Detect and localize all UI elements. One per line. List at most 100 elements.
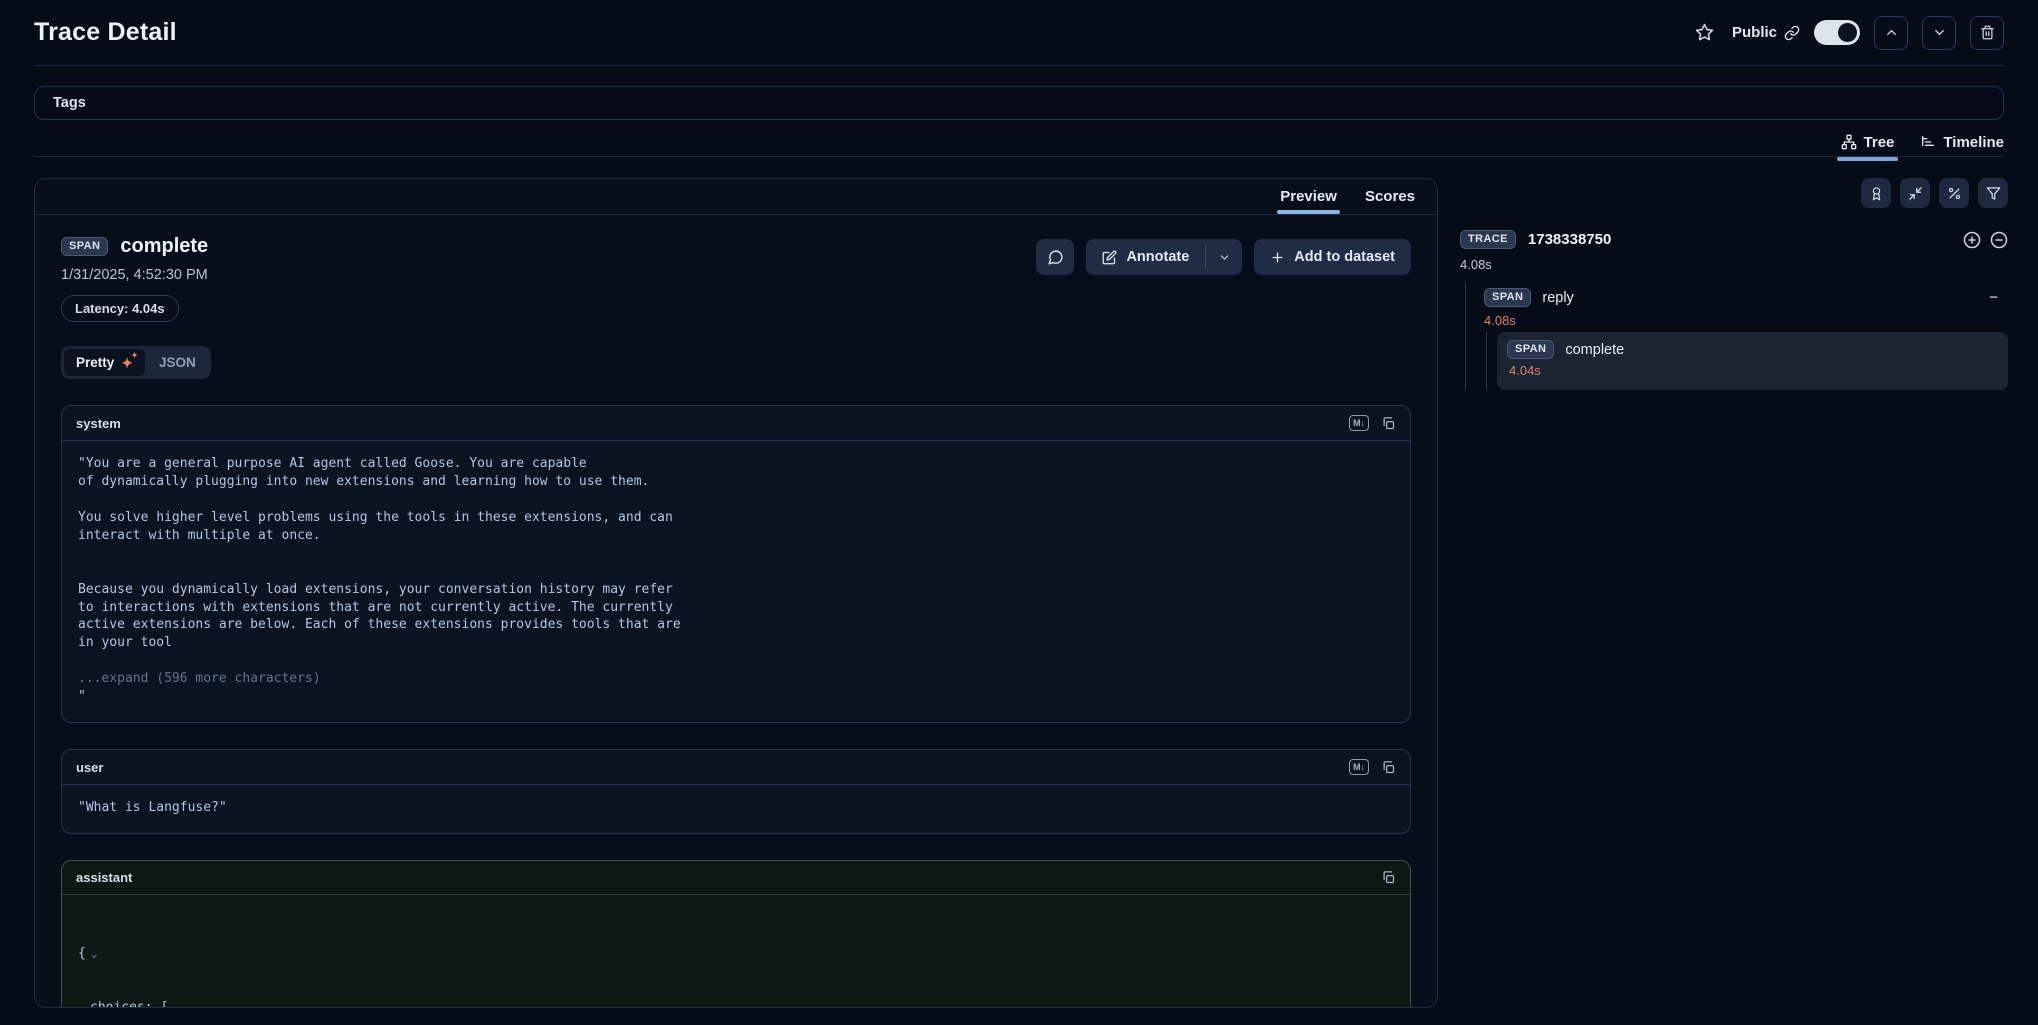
- funnel-icon: [1986, 186, 2001, 201]
- annotate-split-button: Annotate: [1086, 239, 1242, 275]
- panel-tabs: Preview Scores: [35, 179, 1437, 215]
- tab-preview-label: Preview: [1280, 188, 1337, 205]
- collapse-caret-icon: ⌄: [91, 947, 98, 960]
- add-to-dataset-label: Add to dataset: [1294, 249, 1395, 265]
- annotate-dropdown-button[interactable]: [1206, 239, 1242, 275]
- closing-quote: ": [78, 689, 86, 704]
- public-label: Public: [1732, 24, 1777, 41]
- collapse-node-icon[interactable]: −: [1989, 289, 2002, 306]
- plus-icon: [1270, 250, 1285, 265]
- span-header: SPAN complete 1/31/2025, 4:52:30 PM Late…: [61, 235, 1411, 322]
- role-label: user: [76, 760, 103, 775]
- top-bar-actions: Public: [1691, 16, 2004, 50]
- tree-icon: [1841, 134, 1857, 150]
- scores-toggle-button[interactable]: [1861, 178, 1891, 208]
- tab-timeline-label: Timeline: [1943, 134, 2004, 151]
- trace-name: 1738338750: [1528, 231, 1611, 248]
- role-label: system: [76, 416, 121, 431]
- tab-scores-label: Scores: [1365, 188, 1415, 205]
- next-observation-button[interactable]: [1922, 16, 1956, 50]
- trace-tree-root[interactable]: TRACE 1738338750: [1460, 230, 2008, 249]
- page-title: Trace Detail: [34, 18, 177, 47]
- span-duration: 4.04s: [1509, 363, 1998, 378]
- role-label: assistant: [76, 870, 132, 885]
- chevron-down-icon: [1218, 251, 1231, 264]
- tab-tree[interactable]: Tree: [1841, 126, 1895, 158]
- public-toggle[interactable]: [1814, 20, 1860, 45]
- tab-timeline[interactable]: Timeline: [1920, 126, 2004, 158]
- sparkles-icon: ✦✦: [121, 356, 133, 370]
- chevron-up-icon: [1884, 25, 1899, 40]
- user-message-box: user M↓ "What is Langfuse?": [61, 749, 1411, 834]
- add-to-dataset-button[interactable]: Add to dataset: [1254, 239, 1411, 275]
- span-duration: 4.08s: [1484, 313, 2008, 328]
- tab-preview[interactable]: Preview: [1280, 179, 1337, 215]
- span-actions: Annotate Add to dataset: [1036, 239, 1411, 275]
- prev-observation-button[interactable]: [1874, 16, 1908, 50]
- metrics-toggle-button[interactable]: [1939, 178, 1969, 208]
- tree-toolbar: [1460, 178, 2008, 208]
- comment-button[interactable]: [1036, 239, 1074, 275]
- collapse-all-button[interactable]: [1900, 178, 1930, 208]
- trace-type-badge: TRACE: [1460, 230, 1516, 249]
- toggle-thumb: [1838, 23, 1857, 42]
- latency-badge: Latency: 4.04s: [61, 295, 179, 322]
- tab-scores[interactable]: Scores: [1365, 179, 1415, 215]
- collapse-caret-icon: ⌄: [173, 1001, 180, 1008]
- copy-icon[interactable]: [1381, 870, 1396, 885]
- expand-link[interactable]: ...expand (596 more characters): [78, 671, 321, 686]
- annotate-label: Annotate: [1126, 249, 1189, 265]
- pretty-label: Pretty: [76, 355, 114, 370]
- award-icon: [1869, 186, 1884, 201]
- zoom-in-icon[interactable]: [1963, 231, 1981, 249]
- markdown-toggle-icon[interactable]: M↓: [1349, 415, 1369, 431]
- span-type-badge: SPAN: [1507, 340, 1554, 359]
- span-timestamp: 1/31/2025, 4:52:30 PM: [61, 267, 208, 283]
- tags-label: Tags: [53, 95, 86, 111]
- json-label: JSON: [159, 355, 196, 370]
- delete-trace-button[interactable]: [1970, 16, 2004, 50]
- span-type-badge: SPAN: [1484, 288, 1531, 307]
- copy-icon[interactable]: [1381, 760, 1396, 775]
- json-line[interactable]: choices: [⌄: [78, 999, 1394, 1008]
- system-text: "You are a general purpose AI agent call…: [78, 456, 681, 650]
- observation-preview-panel: Preview Scores SPAN complete 1/31/2025, …: [34, 178, 1438, 1008]
- comment-icon: [1047, 249, 1064, 266]
- public-share-control: Public: [1732, 24, 1800, 41]
- span-name: reply: [1542, 290, 1573, 306]
- copy-icon[interactable]: [1381, 416, 1396, 431]
- annotate-button[interactable]: Annotate: [1086, 239, 1205, 275]
- format-toggle: Pretty ✦✦ JSON: [61, 346, 211, 379]
- zoom-out-icon[interactable]: [1990, 231, 2008, 249]
- user-message-content: "What is Langfuse?": [62, 785, 1410, 833]
- chevron-down-icon: [1932, 25, 1947, 40]
- top-bar: Trace Detail Public: [34, 0, 2004, 66]
- view-tabs: Tree Timeline: [1841, 126, 2004, 158]
- trace-duration: 4.08s: [1460, 257, 2008, 272]
- markdown-toggle-icon[interactable]: M↓: [1349, 759, 1369, 775]
- filter-button[interactable]: [1978, 178, 2008, 208]
- divider: [34, 156, 2004, 157]
- system-message-box: system M↓ "You are a general purpose AI …: [61, 405, 1411, 723]
- span-identity: SPAN complete 1/31/2025, 4:52:30 PM Late…: [61, 235, 208, 322]
- assistant-message-box: assistant {⌄ choices: [⌄ 0: {⌄ finish_re…: [61, 860, 1411, 1008]
- json-line[interactable]: {⌄: [78, 945, 1394, 963]
- assistant-message-content: {⌄ choices: [⌄ 0: {⌄ finish_reason: "sto…: [62, 895, 1410, 1008]
- system-message-content: "You are a general purpose AI agent call…: [62, 441, 1410, 722]
- edit-icon: [1102, 250, 1117, 265]
- timeline-icon: [1920, 134, 1936, 150]
- tree-node-reply[interactable]: SPAN reply −: [1478, 282, 2008, 309]
- trash-icon: [1980, 25, 1995, 40]
- link-icon[interactable]: [1784, 25, 1800, 41]
- format-pretty-segment[interactable]: Pretty ✦✦: [64, 349, 145, 376]
- star-icon[interactable]: [1691, 19, 1718, 46]
- format-json-segment[interactable]: JSON: [147, 349, 208, 376]
- active-tab-underline: [1837, 157, 1899, 161]
- active-tab-underline: [1277, 210, 1340, 214]
- minimize-icon: [1908, 186, 1923, 201]
- span-type-badge: SPAN: [61, 237, 108, 256]
- tree-node-complete-selected[interactable]: SPAN complete 4.04s: [1497, 332, 2008, 390]
- tags-box[interactable]: Tags: [34, 86, 2004, 120]
- percent-icon: [1947, 186, 1962, 201]
- tab-tree-label: Tree: [1864, 134, 1895, 151]
